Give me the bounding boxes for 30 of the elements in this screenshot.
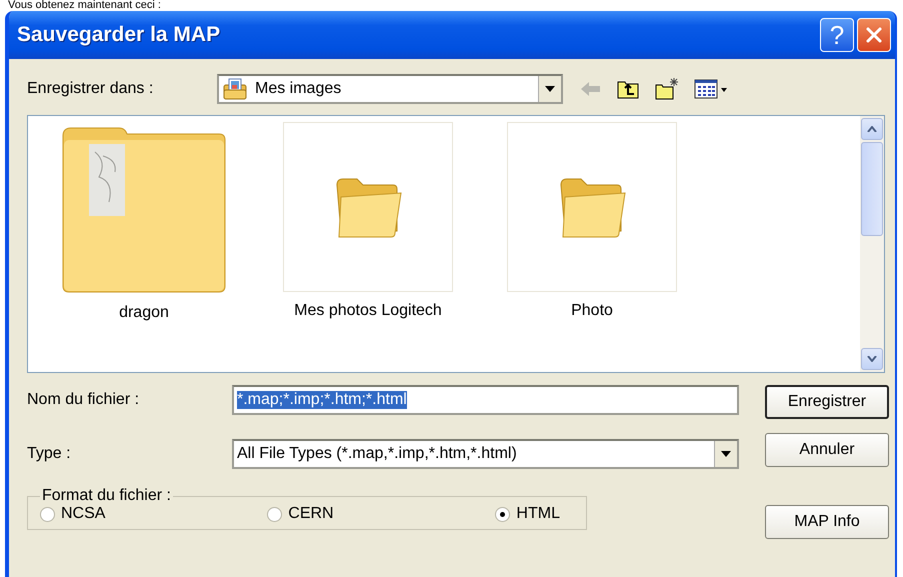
scroll-down-button[interactable]: [861, 348, 883, 370]
file-name[interactable]: Mes photos Logitech: [294, 302, 442, 320]
view-menu-icon[interactable]: [694, 79, 728, 99]
dialog-button[interactable]: Enregistrer: [765, 385, 889, 419]
caption-text: Vous obtenez maintenant ceci :: [7, 0, 162, 11]
radio-option[interactable]: NCSA: [40, 505, 106, 523]
file-name[interactable]: dragon: [119, 304, 169, 322]
close-icon: [864, 25, 884, 45]
file-name-label: Nom du fichier :: [27, 391, 140, 409]
help-button[interactable]: ?: [820, 18, 854, 52]
close-button[interactable]: [857, 18, 891, 52]
file-name-field[interactable]: *.map;*.imp;*.htm;*.html: [232, 385, 739, 415]
scrollbar[interactable]: [860, 116, 884, 372]
group-legend: Format du fichier :: [40, 487, 173, 505]
dialog-button[interactable]: Annuler: [765, 433, 889, 467]
file-name[interactable]: Photo: [571, 302, 613, 320]
chevron-up-icon: [867, 126, 877, 132]
scroll-thumb[interactable]: [861, 142, 883, 236]
file-type-dropdown[interactable]: All File Types (*.map,*.imp,*.htm,*.html): [232, 439, 739, 469]
scroll-up-button[interactable]: [861, 118, 883, 140]
save-in-label: Enregistrer dans :: [27, 80, 154, 98]
save-in-dropdown[interactable]: Mes images: [217, 74, 563, 104]
dialog-button[interactable]: MAP Info: [765, 505, 889, 539]
window-title: Sauvegarder la MAP: [17, 23, 220, 47]
new-folder-icon[interactable]: [654, 77, 680, 101]
pictures-folder-icon: [223, 78, 247, 100]
file-type-label: Type :: [27, 445, 72, 463]
radio-option[interactable]: HTML: [495, 505, 560, 523]
chevron-down-icon: [867, 356, 877, 362]
radio-option[interactable]: CERN: [267, 505, 334, 523]
